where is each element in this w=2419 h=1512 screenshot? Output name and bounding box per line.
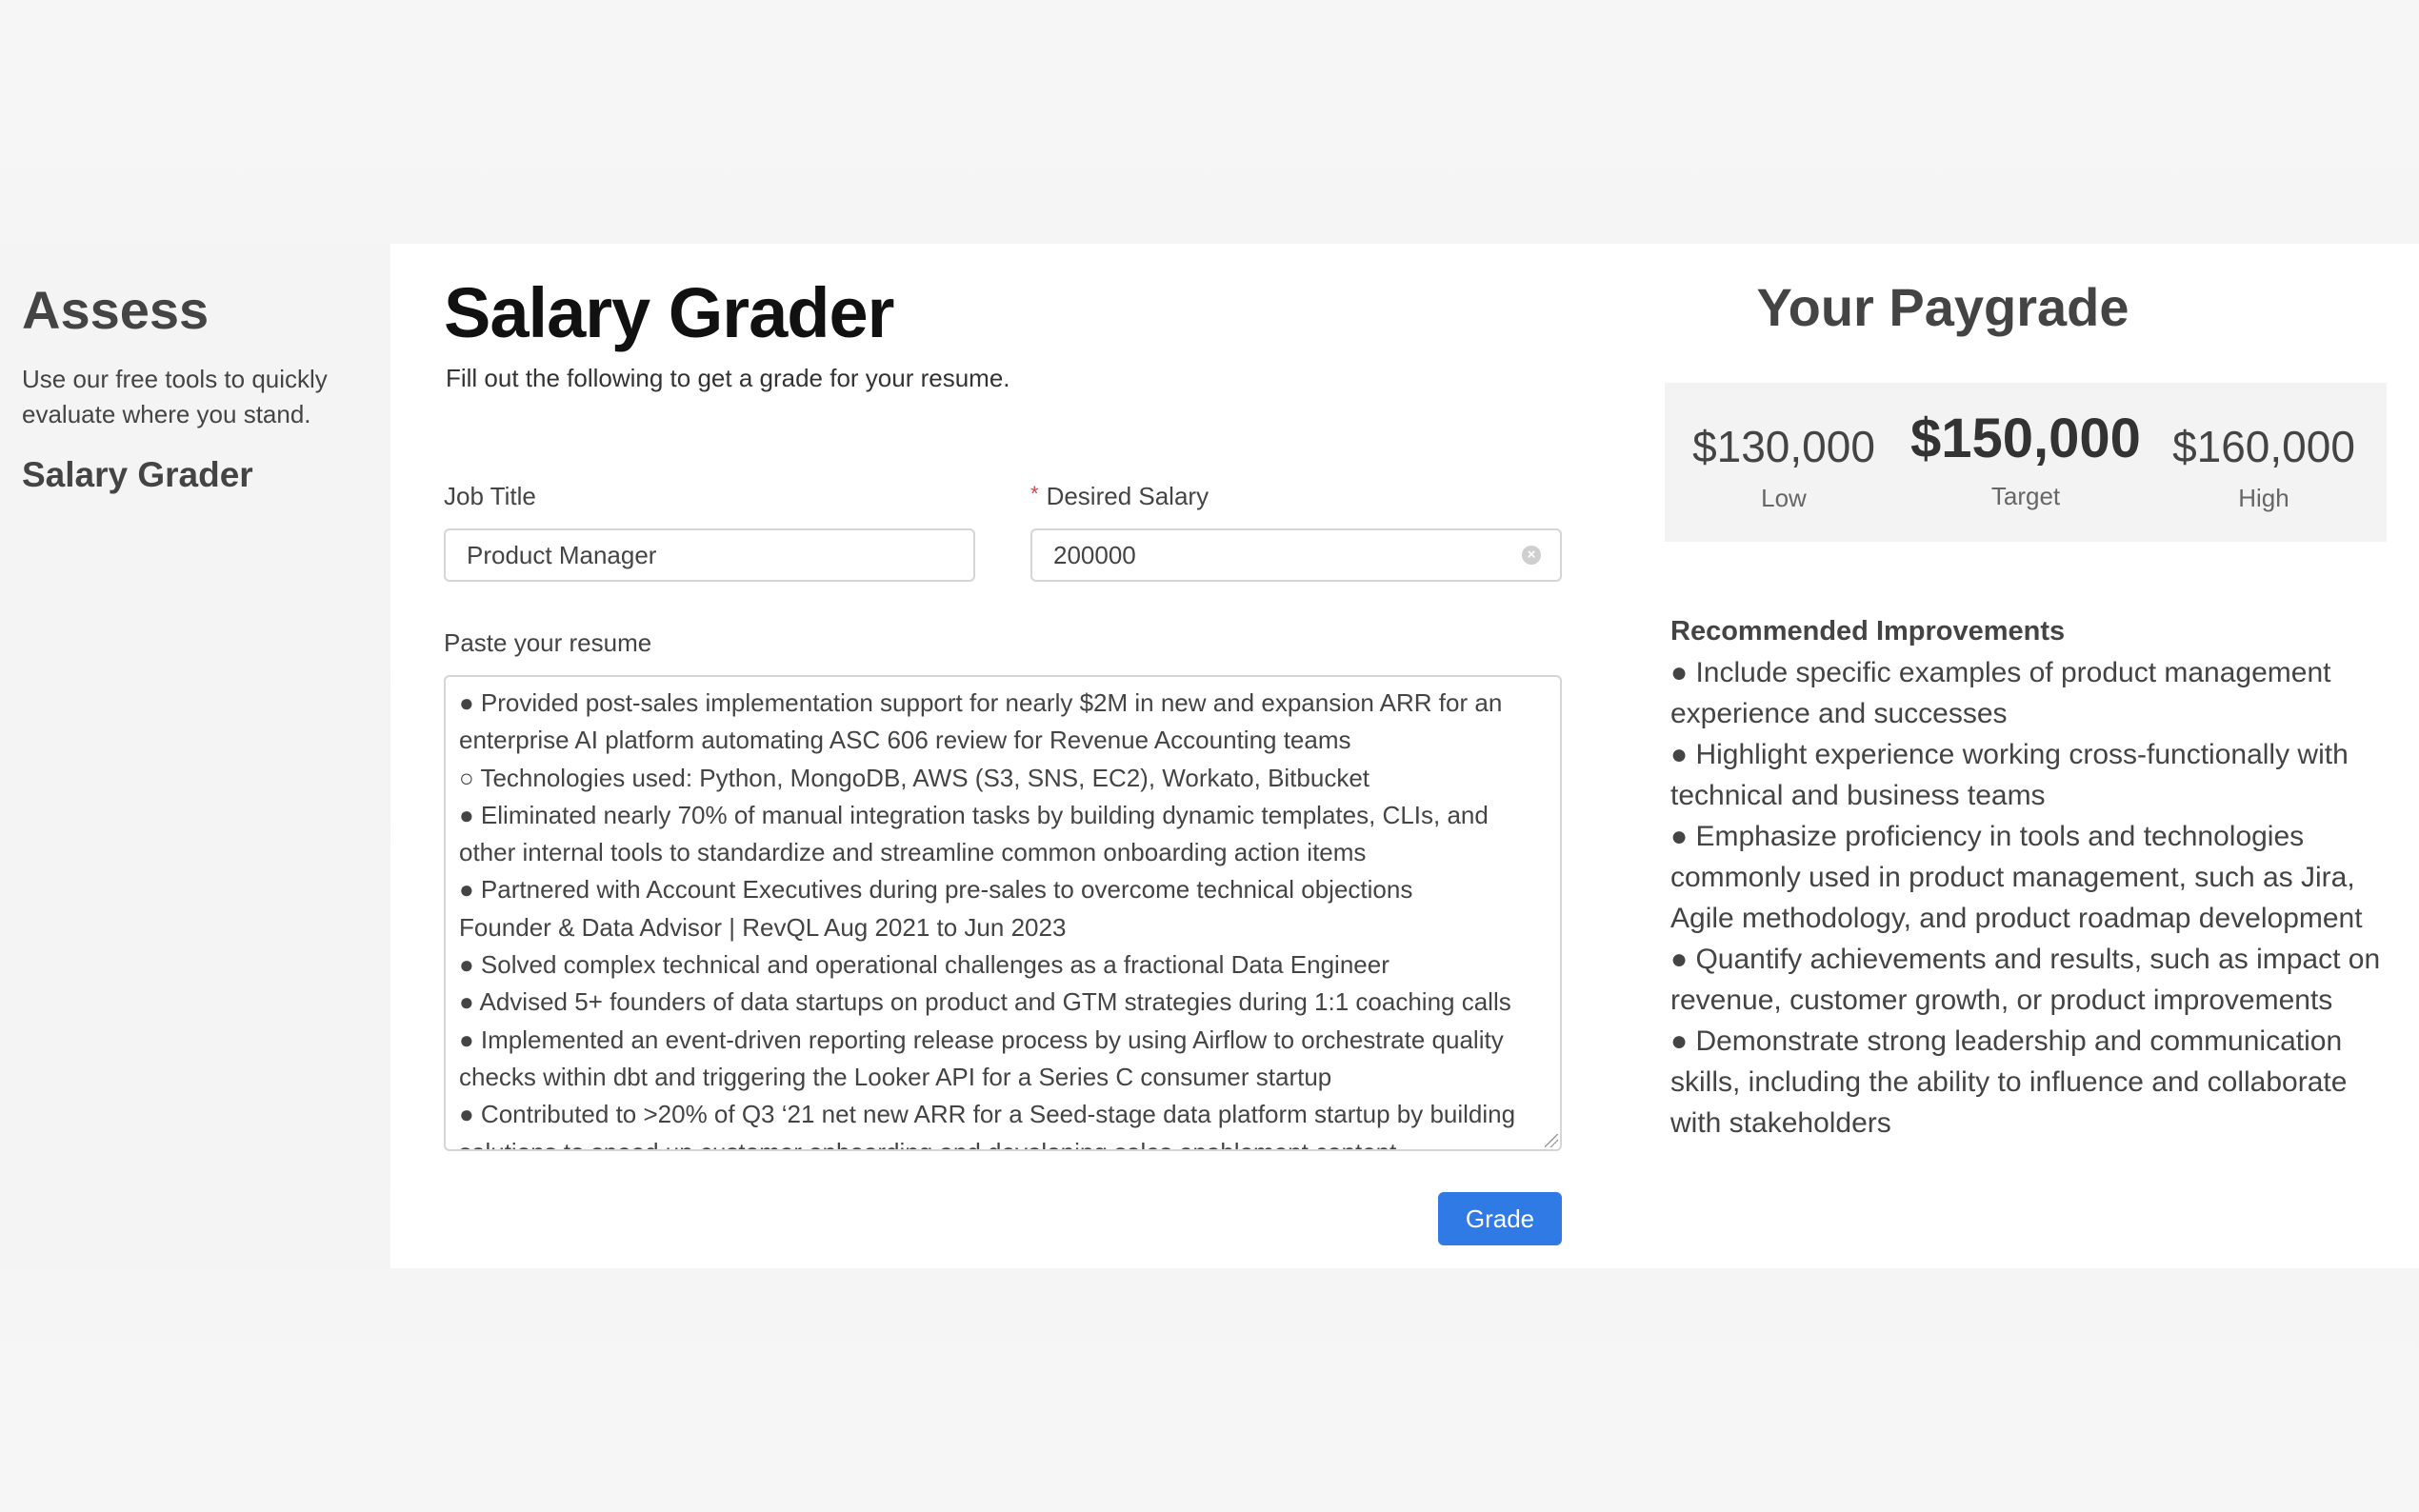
resume-line: ● Implemented an event-driven reporting … xyxy=(459,1025,1504,1054)
improvements-list: ● Include specific examples of product m… xyxy=(1670,652,2394,1144)
sidebar-description: Use our free tools to quickly evaluate w… xyxy=(22,365,328,428)
low-label: Low xyxy=(1761,484,1807,512)
resume-line: ● Advised 5+ founders of data startups o… xyxy=(459,987,1511,1017)
clear-icon[interactable]: × xyxy=(1522,546,1541,565)
paygrade-high: $160,000 High xyxy=(2145,425,2383,513)
sidebar: Assess Use our free tools to quickly eva… xyxy=(0,244,389,1268)
resume-line: Founder & Data Advisor | RevQL Aug 2021 … xyxy=(459,912,1067,942)
improvement-item: ● Highlight experience working cross-fun… xyxy=(1670,739,2349,811)
desired-salary-field-wrapper: × xyxy=(1030,528,1562,582)
resume-line: ● Solved complex technical and operation… xyxy=(459,950,1389,980)
target-label: Target xyxy=(1990,482,2061,510)
resume-line: ● Contributed to >20% of Q3 ‘21 net new … xyxy=(459,1100,1516,1129)
sidebar-item-salary-grader[interactable]: Salary Grader xyxy=(22,455,253,495)
required-mark: * xyxy=(1030,482,1039,506)
paygrade-target: $150,000 Target xyxy=(1907,411,2145,511)
resize-handle-icon[interactable] xyxy=(1545,1134,1558,1147)
improvement-item: ● Demonstrate strong leadership and comm… xyxy=(1670,1025,2348,1139)
job-title-label: Job Title xyxy=(444,482,536,510)
paygrade-summary: $130,000 Low $150,000 Target $160,000 Hi… xyxy=(1665,383,2387,542)
resume-line: ● Provided post-sales implementation sup… xyxy=(459,688,1503,717)
paygrade-title: Your Paygrade xyxy=(1756,277,2129,337)
main-panel: Salary Grader Fill out the following to … xyxy=(390,244,2419,1268)
desired-salary-label-text: Desired Salary xyxy=(1046,482,1210,510)
page-subtitle: Fill out the following to get a grade fo… xyxy=(446,364,1010,392)
resume-label: Paste your resume xyxy=(444,628,652,657)
target-amount: $150,000 xyxy=(1910,408,2141,469)
resume-textarea[interactable]: ● Provided post-sales implementation sup… xyxy=(444,675,1562,1151)
resume-line: enterprise AI platform automating ASC 60… xyxy=(459,726,1351,755)
improvement-item: ● Quantify achievements and results, suc… xyxy=(1670,944,2381,1016)
high-label: High xyxy=(2238,484,2289,512)
job-title-field-wrapper xyxy=(444,528,975,582)
resume-line: other internal tools to standardize and … xyxy=(459,838,1367,867)
desired-salary-input[interactable] xyxy=(1051,539,1522,571)
resume-line: ○ Technologies used: Python, MongoDB, AW… xyxy=(459,763,1370,792)
resume-line: checks within dbt and triggering the Loo… xyxy=(459,1062,1332,1091)
resume-line: ● Eliminated nearly 70% of manual integr… xyxy=(459,800,1489,829)
recommended-improvements: Recommended Improvements ● Include speci… xyxy=(1670,611,2394,1144)
low-amount: $130,000 xyxy=(1692,422,1875,471)
resume-text: ● Provided post-sales implementation sup… xyxy=(446,677,1560,1149)
resume-line: ● Partnered with Account Executives duri… xyxy=(459,875,1413,905)
resume-line: solutions to speed up customer onboardin… xyxy=(459,1134,1547,1149)
high-amount: $160,000 xyxy=(2172,422,2355,471)
sidebar-title: Assess xyxy=(22,280,210,340)
page-title: Salary Grader xyxy=(444,273,894,352)
paygrade-low: $130,000 Low xyxy=(1665,425,1903,513)
improvement-item: ● Include specific examples of product m… xyxy=(1670,657,2331,729)
grade-button[interactable]: Grade xyxy=(1438,1192,1562,1245)
desired-salary-label: * Desired Salary xyxy=(1030,482,1209,511)
improvements-heading: Recommended Improvements xyxy=(1670,616,2066,647)
job-title-input[interactable] xyxy=(465,539,954,571)
improvement-item: ● Emphasize proficiency in tools and tec… xyxy=(1670,821,2363,934)
